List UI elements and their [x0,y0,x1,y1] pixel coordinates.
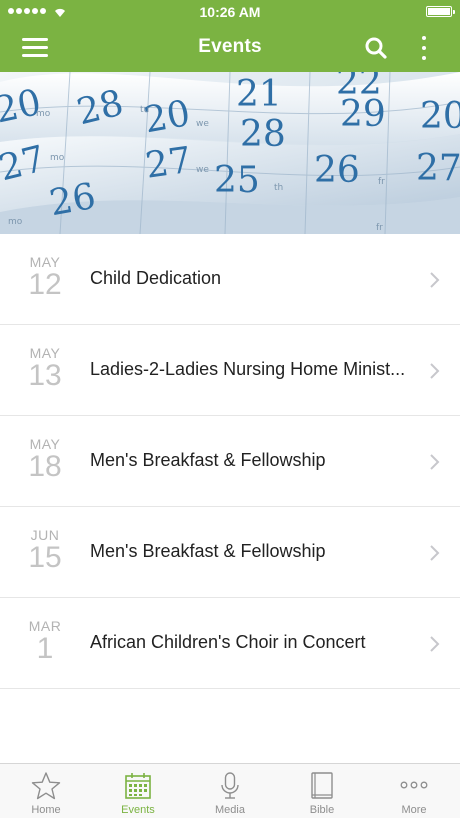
tab-label: Media [215,804,245,816]
svg-text:mo: mo [8,217,23,227]
search-icon[interactable] [364,36,388,60]
navigation-bar: Events [0,24,460,72]
svg-text:20: 20 [141,93,193,141]
event-title: Men's Breakfast & Fellowship [90,450,326,470]
svg-text:21: 21 [236,74,282,115]
svg-text:27: 27 [416,148,460,189]
chevron-right-icon [430,272,440,288]
svg-text:th: th [274,183,283,193]
svg-text:fr: fr [378,177,385,187]
event-row[interactable]: JUN 15 Men's Breakfast & Fellowship [0,507,460,598]
svg-text:fr: fr [376,223,383,233]
chevron-right-icon [430,545,440,561]
status-time: 10:26 AM [199,4,261,20]
tab-label: More [401,804,427,816]
event-day: 13 [28,359,62,392]
chevron-right-icon [430,454,440,470]
tab-bible[interactable]: Bible [276,764,368,818]
svg-text:28: 28 [240,114,286,155]
svg-text:we: we [196,165,209,175]
event-row[interactable]: MAR 1 African Children's Choir in Concer… [0,598,460,689]
svg-text:26: 26 [314,150,360,191]
events-banner-image: 20 28 20 21 22 27 27 28 29 20 26 26 27 2… [0,72,460,234]
tab-home[interactable]: Home [0,764,92,818]
chevron-right-icon [430,636,440,652]
star-icon [31,772,61,800]
event-day: 12 [28,268,62,301]
svg-text:mo: mo [36,109,51,119]
svg-text:26: 26 [46,176,98,224]
microphone-icon [221,772,239,799]
svg-text:mo: mo [50,153,65,163]
tab-events[interactable]: Events [92,764,184,818]
event-row[interactable]: MAY 12 Child Dedication [0,234,460,325]
tab-bar: Home Events Media Bible More [0,763,460,818]
svg-text:27: 27 [143,140,194,187]
event-title: Ladies-2-Ladies Nursing Home Minist... [90,359,406,379]
svg-text:25: 25 [214,160,260,201]
event-row[interactable]: MAY 13 Ladies-2-Ladies Nursing Home Mini… [0,325,460,416]
event-title: Child Dedication [90,268,222,288]
events-list: MAY 12 Child Dedication MAY 13 Ladies-2-… [0,234,460,689]
status-bar: 10:26 AM [0,0,460,24]
svg-text:20: 20 [420,96,460,137]
page-title: Events [198,36,262,57]
battery-icon [426,6,455,17]
tab-label: Bible [309,804,335,816]
tab-media[interactable]: Media [184,764,276,818]
event-day: 18 [28,450,62,483]
event-row[interactable]: MAY 18 Men's Breakfast & Fellowship [0,416,460,507]
event-title: African Children's Choir in Concert [90,632,366,652]
event-day: 1 [36,632,54,665]
chevron-right-icon [430,363,440,379]
more-dots-icon [400,781,428,789]
book-icon [311,772,333,799]
svg-text:we: we [196,119,209,129]
svg-text:tu: tu [140,105,149,115]
event-day: 15 [28,541,62,574]
calendar-pages-graphic: 20 28 20 21 22 27 27 28 29 20 26 26 27 2… [0,72,460,234]
more-options-icon[interactable] [416,34,432,62]
svg-text:29: 29 [340,94,386,135]
tab-more[interactable]: More [368,764,460,818]
event-title: Men's Breakfast & Fellowship [90,541,326,561]
calendar-icon [125,773,151,799]
tab-label: Events [121,804,155,816]
tab-label: Home [31,804,61,816]
